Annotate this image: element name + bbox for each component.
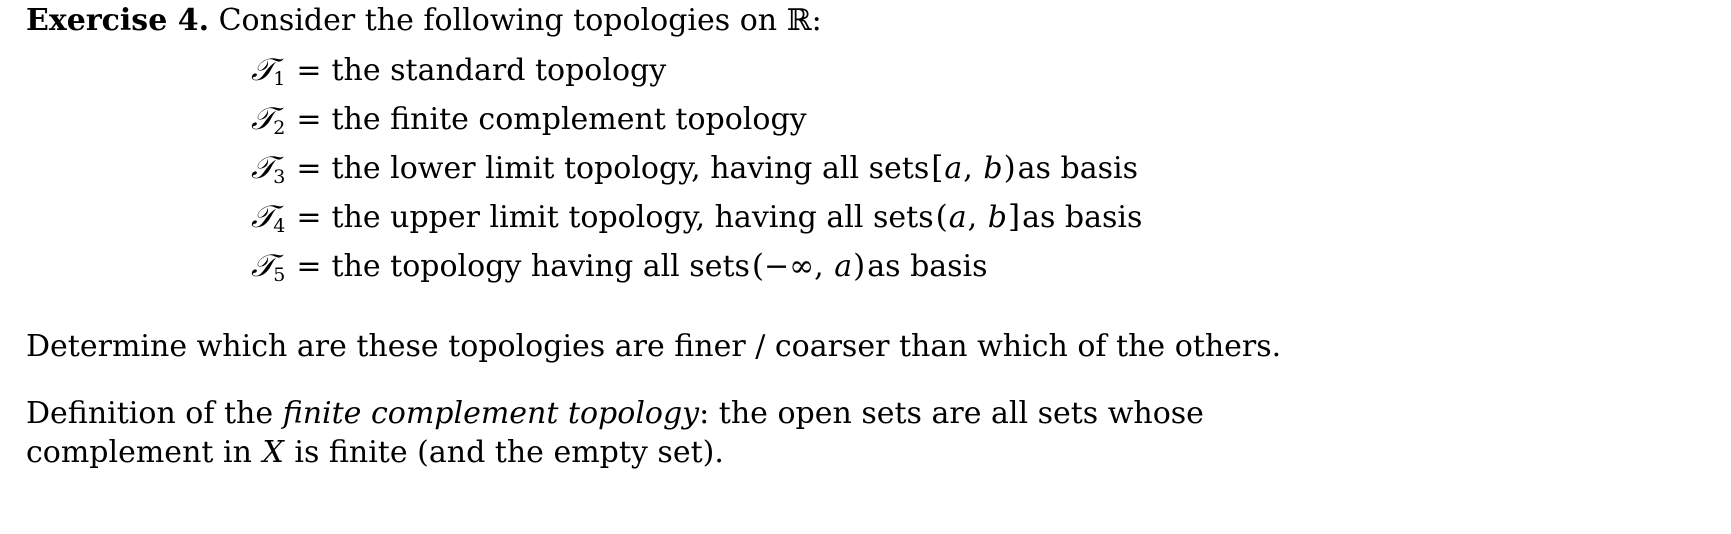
topology-definition-list: 𝒯1 = the standard topology 𝒯2 = the fini…: [26, 52, 1705, 297]
interval-comma: ,: [814, 249, 824, 284]
topology-item-1: 𝒯1 = the standard topology: [251, 52, 1705, 101]
topology-subscript: 1: [273, 68, 286, 90]
topology-description: the standard topology: [331, 53, 667, 88]
interval-left-endpoint: a: [944, 151, 963, 186]
basis-interval: (a, b]: [934, 199, 1022, 235]
topology-description: the finite complement topology: [331, 102, 807, 137]
equals-sign: =: [296, 102, 322, 137]
interval-left-endpoint: a: [948, 200, 967, 235]
exercise-prompt: Consider the following topologies on: [218, 3, 778, 38]
interval-close-bracket: ): [1003, 150, 1016, 186]
topology-symbol: 𝒯: [251, 52, 275, 88]
topology-description: the topology having all sets: [331, 249, 750, 284]
exercise-heading: Exercise 4. Consider the following topol…: [26, 0, 1705, 36]
basis-interval: [a, b): [929, 150, 1017, 186]
definition-rest-after-variable: is finite (and the empty set).: [294, 435, 724, 471]
topology-subscript: 2: [273, 117, 286, 139]
interval-close-bracket: ): [853, 248, 866, 284]
topology-item-5: 𝒯5 = the topology having all sets (−∞, a…: [251, 248, 1705, 297]
interval-comma: ,: [967, 200, 978, 235]
topology-subscript: 5: [273, 264, 286, 286]
document-page: Exercise 4. Consider the following topol…: [0, 0, 1731, 534]
interval-right-endpoint: b: [983, 151, 1003, 186]
exercise-label: Exercise 4.: [26, 3, 210, 38]
topology-subscript: 3: [273, 166, 286, 188]
topology-description: the upper limit topology, having all set…: [331, 200, 934, 235]
basis-suffix: as basis: [1022, 200, 1143, 235]
interval-left-endpoint: −∞: [764, 249, 815, 284]
topology-symbol: 𝒯: [251, 150, 275, 186]
topology-description: the lower limit topology, having all set…: [331, 151, 930, 186]
topology-subscript: 4: [273, 215, 286, 237]
interval-close-bracket: ]: [1007, 199, 1021, 235]
interval-open-bracket: [: [931, 150, 944, 186]
set-variable: X: [262, 435, 284, 471]
interval-open-bracket: (: [751, 248, 765, 284]
interval-comma: ,: [963, 151, 973, 186]
definition-term: finite complement topology: [282, 395, 700, 431]
definition-paragraph: Definition of the finite complement topo…: [26, 394, 1316, 473]
basis-suffix: as basis: [1017, 151, 1138, 186]
topology-item-4: 𝒯4 = the upper limit topology, having al…: [251, 199, 1705, 248]
equals-sign: =: [296, 249, 322, 284]
equals-sign: =: [296, 53, 322, 88]
topology-item-2: 𝒯2 = the finite complement topology: [251, 101, 1705, 150]
definition-lead: Definition of the: [26, 395, 274, 431]
basis-suffix: as basis: [867, 249, 988, 284]
topology-symbol: 𝒯: [251, 101, 275, 137]
interval-right-endpoint: a: [834, 249, 853, 284]
equals-sign: =: [296, 200, 322, 235]
topology-item-3: 𝒯3 = the lower limit topology, having al…: [251, 150, 1705, 199]
interval-right-endpoint: b: [987, 200, 1007, 235]
exercise-colon: :: [811, 3, 822, 38]
real-numbers-symbol: ℝ: [786, 3, 812, 38]
basis-interval: (−∞, a): [750, 248, 867, 284]
topology-symbol: 𝒯: [251, 199, 275, 235]
interval-open-bracket: (: [935, 199, 948, 235]
equals-sign: =: [296, 151, 322, 186]
topology-symbol: 𝒯: [251, 248, 275, 284]
determine-paragraph: Determine which are these topologies are…: [26, 329, 1282, 364]
